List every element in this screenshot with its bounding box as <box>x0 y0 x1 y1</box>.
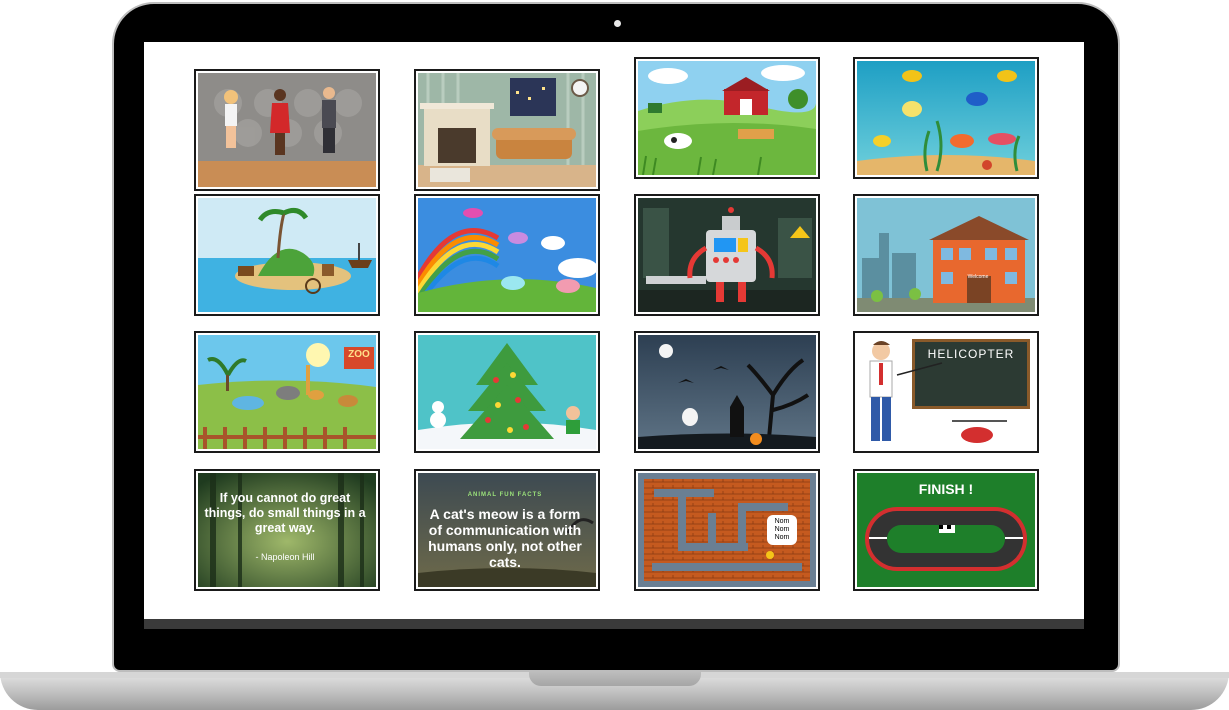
thumbnail-teacher-board[interactable]: HELICOPTER <box>853 331 1039 453</box>
camera-dot <box>614 20 621 27</box>
thumbnail-farm[interactable] <box>634 57 820 179</box>
farm-image <box>638 61 816 175</box>
thumbnail-pirate-island[interactable] <box>194 194 380 316</box>
thumbnail-robot-factory[interactable] <box>634 194 820 316</box>
characters-image <box>198 73 376 187</box>
quote-text: If you cannot do great things, do small … <box>204 491 366 535</box>
finish-banner: FINISH ! <box>918 481 974 497</box>
quote-author: - Napoleon Hill <box>255 552 315 562</box>
thumbnail-christmas-tree[interactable] <box>414 331 600 453</box>
christmas-tree-image <box>418 335 596 449</box>
thumbnail-living-room[interactable] <box>414 69 600 191</box>
thumbnail-characters[interactable] <box>194 69 380 191</box>
thumbnail-maze-game[interactable]: Nom Nom Nom <box>634 469 820 591</box>
pirate-island-image <box>198 198 376 312</box>
thumbnail-quote[interactable]: If you cannot do great things, do small … <box>194 469 380 591</box>
speech-bubble: Nom Nom Nom <box>767 515 797 545</box>
laptop-notch <box>529 672 701 686</box>
thumbnail-town-building[interactable]: Welcome <box>853 194 1039 316</box>
zoo-sign: ZOO <box>348 349 370 360</box>
fact-text: A cat's meow is a form of communication … <box>428 505 582 570</box>
board-text: HELICOPTER <box>927 347 1015 361</box>
thumbnail-underwater[interactable] <box>853 57 1039 179</box>
underwater-image <box>857 61 1035 175</box>
welcome-sign: Welcome <box>967 274 989 280</box>
thumbnail-zoo[interactable]: ZOO <box>194 331 380 453</box>
thumbnail-race-track[interactable]: FINISH ! <box>853 469 1039 591</box>
living-room-image <box>418 73 596 187</box>
quote-text-block: If you cannot do great things, do small … <box>196 471 374 585</box>
screen-bottom-bar <box>144 619 1084 629</box>
fact-header: ANIMAL FUN FACTS <box>467 491 543 498</box>
thumbnail-unicorn-rainbow[interactable] <box>414 194 600 316</box>
robot-factory-image <box>638 198 816 312</box>
unicorn-rainbow-image <box>418 198 596 312</box>
thumbnail-cat-fact[interactable]: ANIMAL FUN FACTS A cat's meow is a form … <box>414 469 600 591</box>
fact-text-block: ANIMAL FUN FACTS A cat's meow is a form … <box>416 471 594 585</box>
town-building-image <box>857 198 1035 312</box>
thumbnail-halloween[interactable] <box>634 331 820 453</box>
halloween-image <box>638 335 816 449</box>
